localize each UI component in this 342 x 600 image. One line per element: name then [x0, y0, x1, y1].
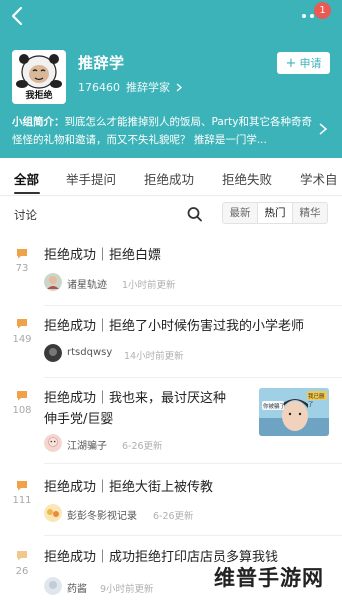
reply-count: 26 [15, 566, 29, 577]
notification-badge: 1 [314, 2, 331, 19]
intro-label: 小组简介： [12, 116, 65, 128]
chevron-right-icon[interactable] [318, 123, 328, 135]
search-icon[interactable] [184, 204, 206, 224]
active-tab-indicator [14, 192, 40, 194]
post-time: 9小时前更新 [100, 584, 154, 595]
sort-toggle: 最新 热门 精华 [222, 202, 328, 224]
reply-count: 73 [15, 263, 29, 274]
avatar[interactable] [44, 273, 62, 291]
post-title-line: 伸手党/巨婴 [44, 412, 114, 427]
thumbnail-caption: 你被骗了 [263, 404, 286, 410]
join-button[interactable]: + 申请 [277, 52, 330, 74]
group-name: 推辞学 [78, 54, 125, 72]
group-header: 1 我拒绝 推辞学 176460 推辞学家 + 申请 小组简介：到底怎么才能推掉… [0, 0, 342, 158]
post-title: 拒绝成功｜拒绝大街上被传教 [44, 480, 214, 495]
author-name[interactable]: 诸星轨迹 [67, 276, 107, 291]
tab-reject-fail[interactable]: 拒绝失败 [222, 169, 272, 188]
comment-icon [17, 249, 27, 259]
avatar-caption: 我拒绝 [25, 91, 53, 101]
list-item[interactable]: 149 拒绝成功｜拒绝了小时候伤害过我的小学老师 rtsdqwsy 14小时前更… [0, 306, 342, 378]
sort-featured[interactable]: 精华 [293, 203, 327, 223]
tab-all[interactable]: 全部 [14, 169, 39, 188]
group-avatar[interactable]: 我拒绝 [12, 50, 66, 104]
group-intro[interactable]: 小组简介：到底怎么才能推掉别人的饭局、Party和其它各种奇奇怪怪的礼物和邀请，… [12, 113, 312, 149]
post-time: 14小时前更新 [124, 351, 184, 362]
comment-icon [17, 319, 27, 329]
back-arrow-icon[interactable] [8, 6, 28, 26]
comment-icon [17, 391, 27, 401]
author-name[interactable]: 彭彭冬影视记录 [67, 507, 137, 522]
avatar[interactable] [44, 504, 62, 522]
post-title-line: 拒绝成功｜我也来，最讨厌这种 [44, 391, 227, 406]
reply-count: 108 [12, 405, 32, 416]
post-time: 1小时前更新 [122, 280, 176, 291]
comment-icon [17, 551, 27, 561]
post-time: 6-26更新 [153, 511, 194, 522]
tab-academic[interactable]: 学术自 [300, 169, 338, 188]
section-title: 讨论 [14, 208, 37, 222]
thumbnail-caption: 我已删了 [308, 394, 325, 408]
reply-count: 149 [12, 334, 32, 345]
join-label: 申请 [299, 57, 322, 70]
list-item[interactable]: 73 拒绝成功｜拒绝白嫖 诸星轨迹 1小时前更新 [0, 238, 342, 306]
avatar[interactable] [44, 577, 62, 595]
sort-latest[interactable]: 最新 [223, 203, 257, 223]
plus-icon: + [285, 55, 297, 71]
sort-hot[interactable]: 热门 [257, 203, 293, 223]
category-tabs: 全部 举手提问 拒绝成功 拒绝失败 学术自 [0, 158, 342, 196]
list-item[interactable]: 108 拒绝成功｜我也来，最讨厌这种 伸手党/巨婴 江湖骗子 6-26更新 你被… [0, 378, 342, 464]
post-thumbnail[interactable]: 你被骗了 我已删了 [259, 388, 329, 436]
author-name[interactable]: 江湖骗子 [67, 437, 107, 452]
post-time: 6-26更新 [122, 441, 163, 452]
member-count-link[interactable]: 176460 推辞学家 [78, 79, 182, 95]
comment-icon [17, 481, 27, 491]
tab-reject-success[interactable]: 拒绝成功 [144, 169, 194, 188]
author-name[interactable]: rtsdqwsy [67, 347, 112, 358]
post-title: 拒绝成功｜拒绝白嫖 [44, 248, 162, 263]
avatar[interactable] [44, 344, 62, 362]
avatar[interactable] [44, 434, 62, 452]
tab-questions[interactable]: 举手提问 [66, 169, 116, 188]
author-name[interactable]: 药酱 [67, 580, 87, 595]
site-watermark: 维普手游网 [214, 566, 324, 590]
member-count: 176460 [78, 80, 120, 94]
post-title: 拒绝成功｜拒绝了小时候伤害过我的小学老师 [44, 319, 305, 334]
reply-count: 111 [12, 495, 32, 506]
chevron-right-icon [176, 83, 182, 91]
list-item[interactable]: 111 拒绝成功｜拒绝大街上被传教 彭彭冬影视记录 6-26更新 [0, 464, 342, 536]
member-label: 推辞学家 [126, 81, 170, 94]
discussion-toolbar: 讨论 最新 热门 精华 [0, 196, 342, 232]
